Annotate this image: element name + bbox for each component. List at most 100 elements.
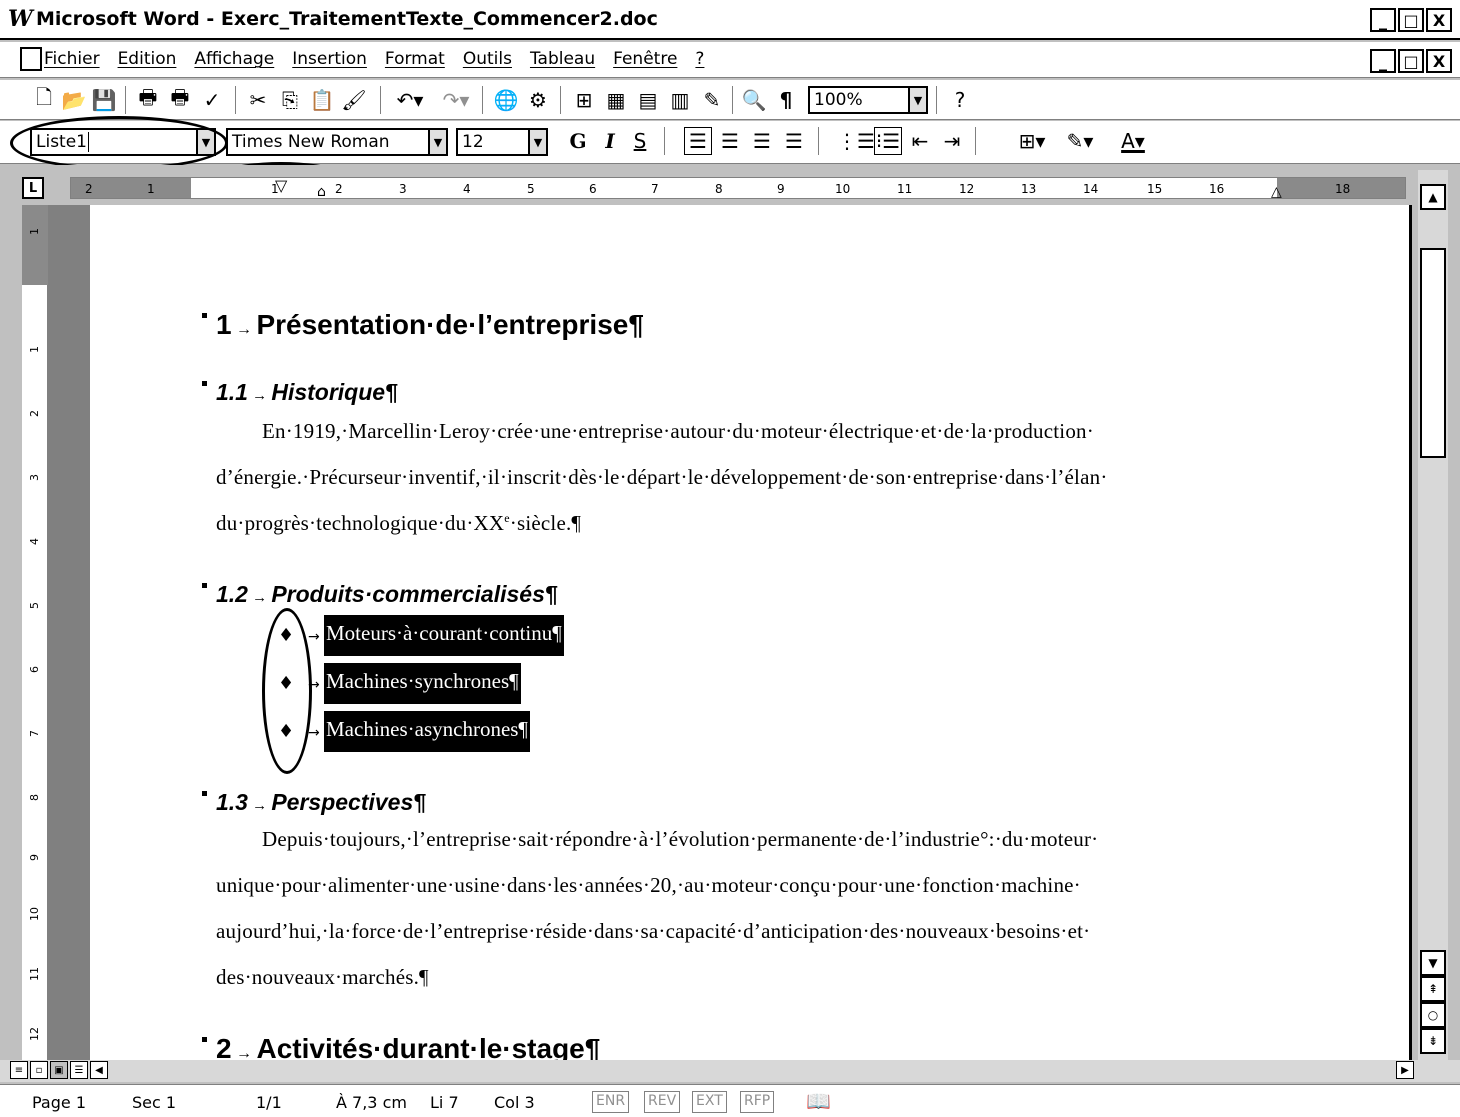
mode-enr[interactable]: ENR: [592, 1091, 630, 1113]
menu-fenetre[interactable]: Fenêtre: [613, 49, 677, 69]
bold-button[interactable]: G: [564, 127, 592, 155]
increase-indent-icon[interactable]: ⇥: [938, 127, 966, 155]
drawing-icon[interactable]: ✎: [698, 86, 726, 114]
decrease-indent-icon[interactable]: ⇤: [906, 127, 934, 155]
previous-page-icon[interactable]: ⇞: [1420, 976, 1446, 1002]
justify-icon[interactable]: ☰: [780, 127, 808, 155]
print-icon[interactable]: 🖶: [134, 85, 162, 114]
vruler-mark: 11: [28, 967, 41, 981]
mode-rev[interactable]: REV: [644, 1091, 681, 1113]
chevron-down-icon[interactable]: ▼: [908, 88, 926, 112]
align-center-icon[interactable]: ☰: [716, 127, 744, 155]
vruler-mark: 5: [28, 602, 41, 609]
mode-ext[interactable]: EXT: [692, 1091, 727, 1113]
paste-icon[interactable]: 📋: [308, 86, 336, 114]
vruler-mark: 6: [28, 666, 41, 673]
print-preview-icon[interactable]: 🖶: [166, 85, 194, 114]
menu-format[interactable]: Format: [385, 49, 445, 69]
scroll-up-icon[interactable]: ▲: [1420, 184, 1446, 210]
font-size-select[interactable]: 12 ▼: [456, 128, 548, 156]
scroll-thumb[interactable]: [1420, 248, 1446, 458]
show-formatting-icon[interactable]: ¶: [772, 86, 800, 114]
italic-button[interactable]: I: [596, 127, 624, 155]
menu-tableau[interactable]: Tableau: [530, 49, 595, 69]
annotation-oval-style: [10, 116, 228, 170]
normal-view-icon[interactable]: ≡: [10, 1061, 28, 1079]
vruler-mark: 7: [28, 730, 41, 737]
cut-icon[interactable]: ✂: [244, 86, 272, 114]
web-layout-icon[interactable]: ▫: [30, 1061, 48, 1079]
align-left-icon[interactable]: ☰: [684, 127, 712, 155]
document-map-icon[interactable]: 🔍: [740, 86, 768, 114]
menu-fichier[interactable]: Fichier: [44, 49, 100, 69]
minimize-button[interactable]: _: [1370, 8, 1396, 32]
save-icon[interactable]: 💾: [90, 86, 118, 114]
web-icon[interactable]: ⚙: [524, 86, 552, 114]
scroll-down-icon[interactable]: ▼: [1420, 950, 1446, 976]
menu-edition[interactable]: Edition: [118, 49, 177, 69]
align-right-icon[interactable]: ☰: [748, 127, 776, 155]
borders-icon[interactable]: ⊞▾: [1012, 127, 1052, 155]
scroll-left-icon[interactable]: ◀: [90, 1061, 108, 1079]
horizontal-scrollbar[interactable]: ≡ ▫ ▣ ☰ ◀ ▶: [0, 1060, 1460, 1082]
numbered-list-icon[interactable]: ⋮☰: [837, 127, 875, 155]
doc-restore-button[interactable]: □: [1398, 49, 1424, 73]
insert-table-icon[interactable]: ▦: [602, 86, 630, 114]
doc-minimize-button[interactable]: _: [1370, 49, 1396, 73]
browse-object-icon[interactable]: ○: [1420, 1002, 1446, 1028]
bulleted-list-icon[interactable]: ⁝☰: [874, 127, 902, 155]
columns-icon[interactable]: ▥: [666, 86, 694, 114]
document-controls: _ □ X: [1370, 49, 1452, 73]
outline-view-icon[interactable]: ☰: [70, 1061, 88, 1079]
menu-affichage[interactable]: Affichage: [194, 49, 274, 69]
spelling-status-icon[interactable]: 📖: [806, 1089, 831, 1113]
right-indent-icon[interactable]: △: [1271, 184, 1282, 200]
menu-insertion[interactable]: Insertion: [292, 49, 367, 69]
mode-rfp[interactable]: RFP: [740, 1091, 775, 1113]
scroll-right-icon[interactable]: ▶: [1396, 1061, 1414, 1079]
first-line-indent-icon[interactable]: ▽: [275, 176, 287, 195]
menu-help[interactable]: ?: [695, 49, 704, 69]
horizontal-ruler[interactable]: 2 1 1 2 3 4 5 6 7 8 9 10 11 12 13 14 15 …: [70, 176, 1406, 200]
document-icon[interactable]: [20, 47, 42, 71]
ruler-mark: 18: [1335, 182, 1351, 196]
hanging-indent-icon[interactable]: ⌂: [317, 184, 326, 200]
paragraph-perspectives-line4: des·nouveaux·marchés.¶: [216, 965, 429, 989]
copy-icon[interactable]: ⎘: [276, 86, 304, 114]
highlight-icon[interactable]: ✎▾: [1060, 127, 1100, 155]
next-page-icon[interactable]: ⇟: [1420, 1028, 1446, 1054]
vruler-mark: 8: [28, 794, 41, 801]
print-layout-icon[interactable]: ▣: [50, 1061, 68, 1079]
menu-outils[interactable]: Outils: [463, 49, 512, 69]
open-folder-icon[interactable]: 📂: [60, 86, 88, 114]
chevron-down-icon[interactable]: ▼: [528, 130, 546, 154]
vertical-ruler[interactable]: 1 1 2 3 4 5 6 7 8 9 10 11 12: [22, 205, 48, 1060]
ruler-mark: 16: [1209, 182, 1225, 196]
tab-selector-icon[interactable]: L: [22, 177, 44, 199]
format-painter-icon[interactable]: 🖌: [340, 86, 368, 114]
list-item-2[interactable]: Machines·synchrones¶: [324, 663, 521, 704]
list-item-3[interactable]: Machines·asynchrones¶: [324, 711, 530, 752]
underline-button[interactable]: S: [626, 127, 654, 155]
doc-close-button[interactable]: X: [1426, 49, 1452, 73]
ruler-mark: 9: [777, 182, 785, 196]
help-icon[interactable]: ?: [946, 86, 974, 114]
new-doc-icon[interactable]: 🗋: [30, 85, 58, 114]
font-value: Times New Roman: [232, 132, 390, 152]
font-select[interactable]: Times New Roman ▼: [226, 128, 448, 156]
ruler-mark: 2: [85, 182, 93, 196]
hyperlink-icon[interactable]: 🌐: [492, 86, 520, 114]
font-color-icon[interactable]: A▾: [1108, 127, 1158, 155]
insert-excel-icon[interactable]: ▤: [634, 86, 662, 114]
close-button[interactable]: X: [1426, 8, 1452, 32]
vertical-scrollbar[interactable]: ▲ ▼ ⇞ ○ ⇟: [1418, 170, 1448, 1060]
chevron-down-icon[interactable]: ▼: [428, 130, 446, 154]
window-controls: _ □ X: [1370, 8, 1452, 32]
undo-icon[interactable]: ↶▾: [390, 86, 430, 114]
list-item-1[interactable]: Moteurs·à·courant·continu¶: [324, 615, 564, 656]
zoom-select[interactable]: 100% ▼: [808, 86, 928, 114]
redo-icon[interactable]: ↷▾: [436, 86, 476, 114]
spelling-icon[interactable]: ✓: [198, 86, 226, 114]
tables-borders-icon[interactable]: ⊞: [570, 86, 598, 114]
maximize-button[interactable]: □: [1398, 8, 1424, 32]
